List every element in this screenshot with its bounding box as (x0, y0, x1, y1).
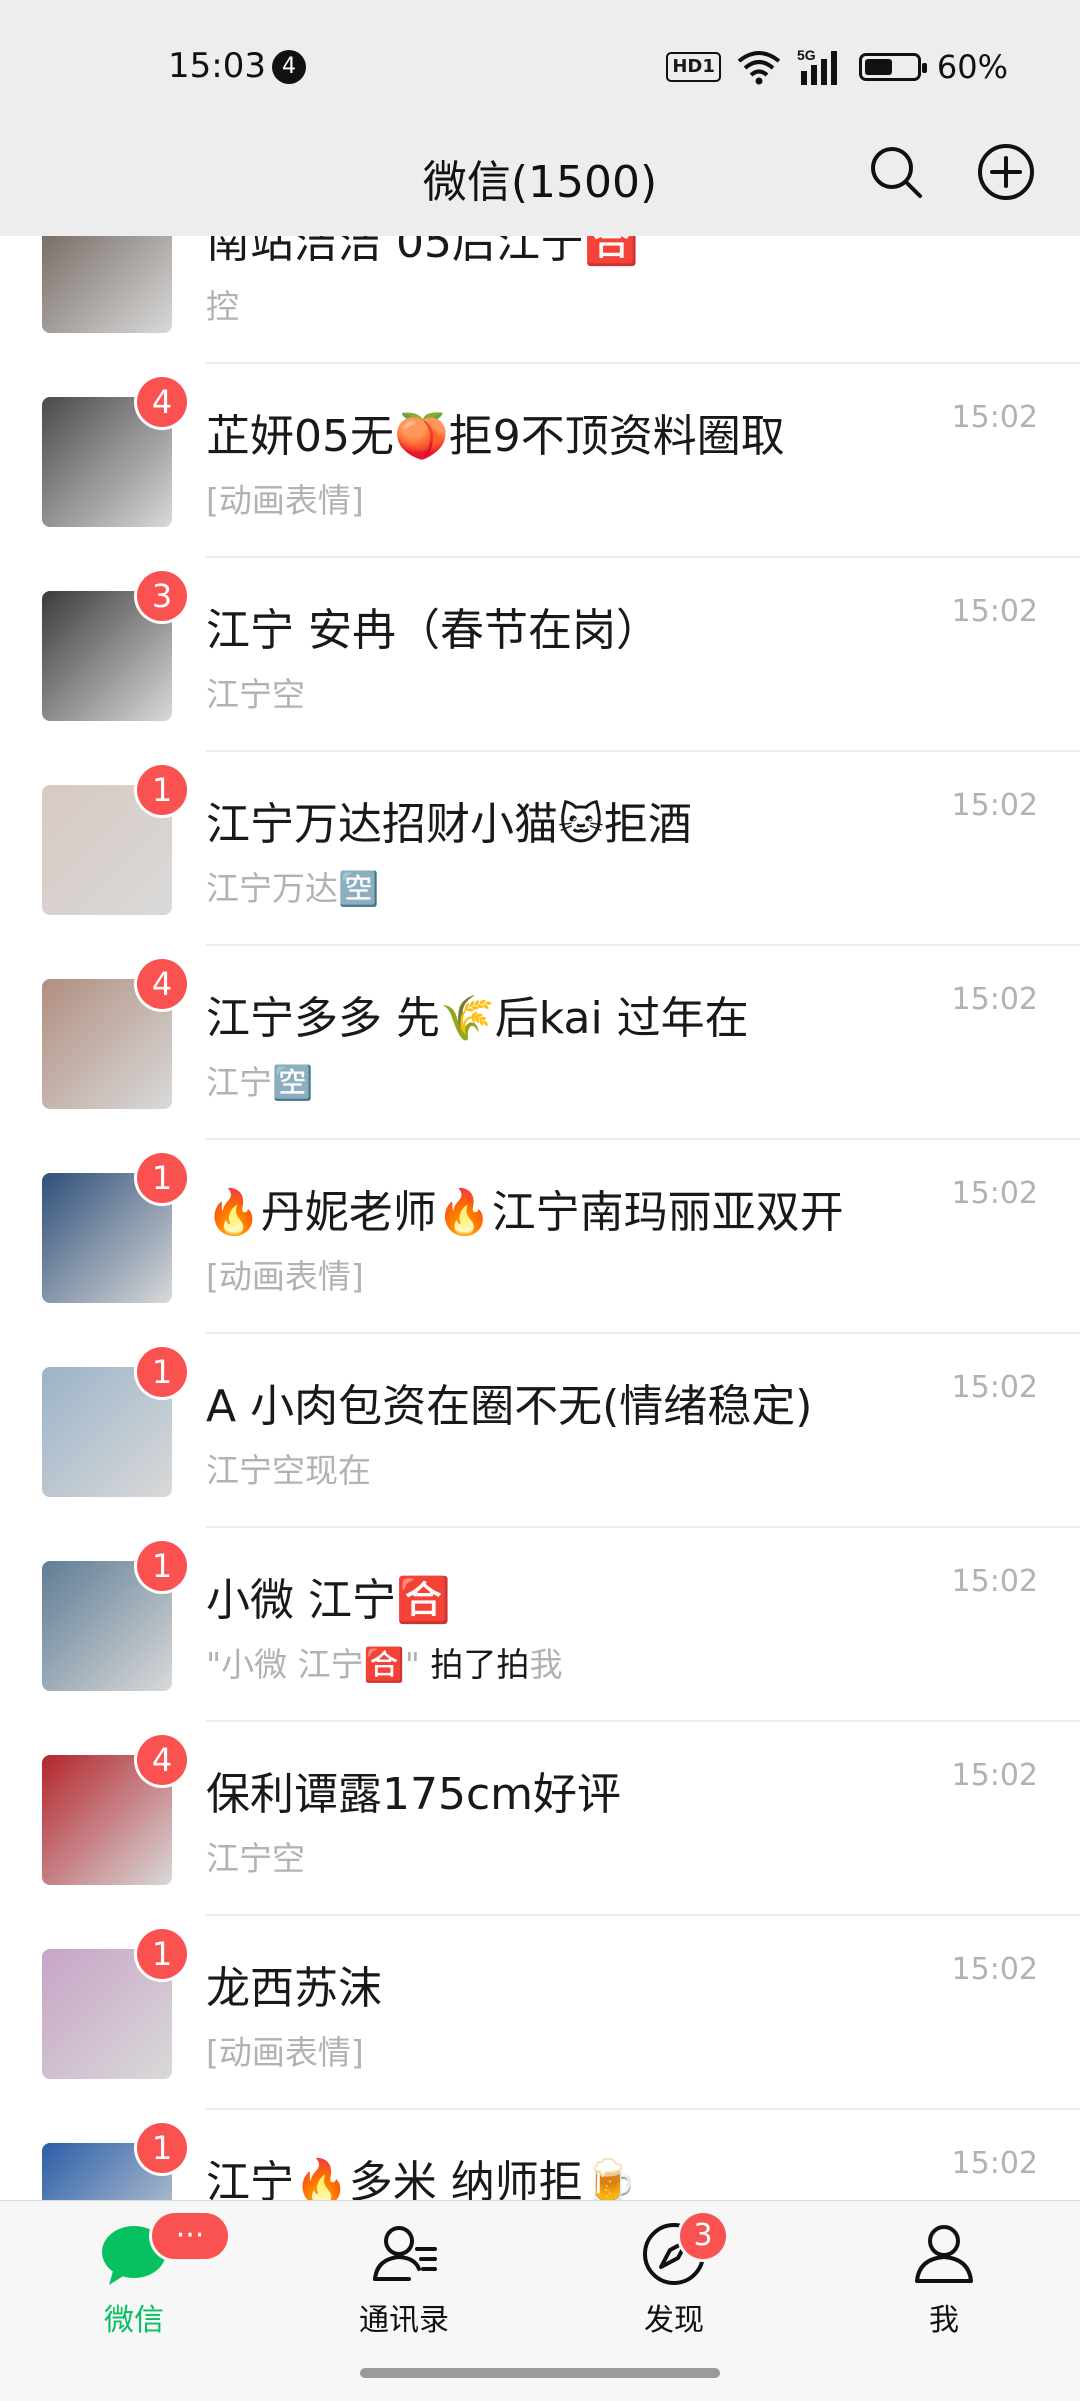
chat-preview: 控 (206, 287, 239, 326)
tab-me[interactable]: 我 (844, 2219, 1044, 2339)
chat-row[interactable]: 3 江宁 安冉（春节在岗） 江宁空 15:02 (0, 558, 1080, 752)
unread-badge: 1 (137, 1347, 187, 1397)
chat-time: 15:02 (951, 1564, 1038, 1599)
hd-icon: HD1 (666, 52, 721, 82)
unread-badge: 1 (137, 1153, 187, 1203)
unread-badge: 4 (137, 1735, 187, 1785)
contacts-icon (373, 2226, 437, 2281)
preview-action: 拍了拍 (419, 1645, 530, 1684)
chat-name: 芷妍05无🍑拒9不顶资料圈取 (206, 411, 785, 462)
tab-label-chats: 微信 (104, 2303, 164, 2338)
unread-badge: 1 (137, 2123, 187, 2173)
chat-time: 15:02 (951, 2146, 1038, 2181)
battery-fill (864, 59, 892, 75)
chat-name: 🔥丹妮老师🔥江宁南玛丽亚双开 (206, 1187, 844, 1238)
chat-time: 15:02 (951, 788, 1038, 823)
chat-row[interactable]: 4 芷妍05无🍑拒9不顶资料圈取 [动画表情] 15:02 (0, 364, 1080, 558)
tab-chats-badge: ··· (152, 2213, 228, 2259)
chat-row[interactable]: 4 保利谭露175cm好评江宁空 15:02 (0, 1722, 1080, 1916)
unread-badge: 1 (137, 765, 187, 815)
chat-name: 龙西苏沫 (206, 1963, 382, 2014)
chat-name: 江宁万达招财小猫🐱拒酒 (206, 799, 692, 850)
chat-preview: 江宁万达🈳 (206, 869, 380, 908)
unread-badge: 1 (137, 1541, 187, 1591)
chat-name: 江宁 安冉（春节在岗） (206, 605, 660, 656)
preview-quote: "小微 江宁🈴" (206, 1645, 420, 1684)
chat-row[interactable]: 1 江宁🔥多米 纳师拒🍺 15:02 (0, 2110, 1080, 2200)
tab-discover[interactable]: 发现 3 (574, 2213, 774, 2339)
avatar[interactable] (42, 236, 172, 333)
chat-preview: 江宁空 (206, 1839, 305, 1878)
chat-time: 15:02 (951, 1952, 1038, 1987)
add-plus-icon[interactable] (976, 142, 1036, 202)
chat-preview: 江宁空 (206, 675, 305, 714)
app-header: 微信(1500) (0, 136, 1080, 236)
tab-label-me: 我 (929, 2303, 959, 2338)
tab-label-discover: 发现 (644, 2303, 704, 2338)
chat-time: 15:02 (951, 1758, 1038, 1793)
home-indicator[interactable] (360, 2368, 720, 2378)
chat-row[interactable]: 1 江宁万达招财小猫🐱拒酒江宁万达🈳 15:02 (0, 752, 1080, 946)
tab-contacts[interactable]: 通讯录 (304, 2219, 504, 2339)
chat-time: 15:02 (951, 400, 1038, 435)
chat-time: 15:02 (952, 236, 1038, 241)
tab-label-contacts: 通讯录 (359, 2303, 449, 2338)
chat-time: 15:02 (951, 1176, 1038, 1211)
chat-preview: 江宁空现在 (206, 1451, 371, 1490)
unread-badge: 3 (137, 571, 187, 621)
chat-preview: "小微 江宁🈴" 拍了拍我 (206, 1638, 562, 1686)
battery-icon (858, 53, 927, 81)
chat-rows: 8南站洁洁 05后江宁🈴控15:024芷妍05无🍑拒9不顶资料圈取[动画表情]1… (0, 236, 1080, 2200)
network-5g-text: 5G (797, 47, 816, 63)
chat-list[interactable]: 8南站洁洁 05后江宁🈴控15:024芷妍05无🍑拒9不顶资料圈取[动画表情]1… (0, 236, 1080, 2200)
chat-preview: [动画表情] (206, 2033, 364, 2072)
chat-name: 小微 江宁🈴 (206, 1575, 451, 1626)
wifi-icon (737, 51, 781, 85)
chat-row[interactable]: 4 江宁多多 先🌾后kai 过年在江宁🈳 15:02 (0, 946, 1080, 1140)
chat-row[interactable]: 8南站洁洁 05后江宁🈴控15:02 (0, 236, 1080, 364)
chat-time: 15:02 (951, 982, 1038, 1017)
chat-time: 15:02 (951, 1370, 1038, 1405)
tab-chats[interactable]: 微信 ··· (34, 2213, 234, 2339)
chat-preview: [动画表情] (206, 481, 364, 520)
chat-preview: 江宁🈳 (206, 1063, 314, 1102)
unread-badge: 4 (137, 377, 187, 427)
tab-discover-badge: 3 (680, 2213, 726, 2259)
signal-icon: 5G (797, 47, 837, 85)
person-icon (915, 2225, 973, 2283)
unread-badge: 1 (137, 1929, 187, 1979)
chat-row[interactable]: 1 龙西苏沫 [动画表情] 15:02 (0, 1916, 1080, 2110)
top-bar: 15:03 4 HD1 5G 60% 微信(1500) (0, 0, 1080, 236)
preview-target: 我 (529, 1645, 563, 1684)
notification-count-badge: 4 (272, 50, 306, 84)
chat-row[interactable]: 1 A 小肉包资在圈不无(情绪稳定) 江宁空现在 15:02 (0, 1334, 1080, 1528)
chat-row[interactable]: 1 小微 江宁🈴 "小微 江宁🈴" 拍了拍我 15:02 (0, 1528, 1080, 1722)
status-icons: HD1 5G 60% (666, 44, 1008, 90)
battery-percent: 60% (936, 48, 1008, 86)
chat-name: A 小肉包资在圈不无(情绪稳定) (206, 1381, 813, 1432)
chat-name: 江宁🔥多米 纳师拒🍺 (206, 2157, 638, 2200)
chat-time: 15:02 (951, 594, 1038, 629)
chat-row[interactable]: 1 🔥丹妮老师🔥江宁南玛丽亚双开 [动画表情] 15:02 (0, 1140, 1080, 1334)
search-icon[interactable] (866, 142, 926, 202)
status-bar: 15:03 4 HD1 5G 60% (0, 0, 1080, 136)
chat-name: 南站洁洁 05后江宁🈴 (206, 236, 639, 268)
chat-preview: [动画表情] (206, 1257, 364, 1296)
chat-name: 保利谭露175cm好评 (206, 1769, 622, 1820)
chat-name: 江宁多多 先🌾后kai 过年在 (206, 993, 749, 1044)
unread-badge: 4 (137, 959, 187, 1009)
